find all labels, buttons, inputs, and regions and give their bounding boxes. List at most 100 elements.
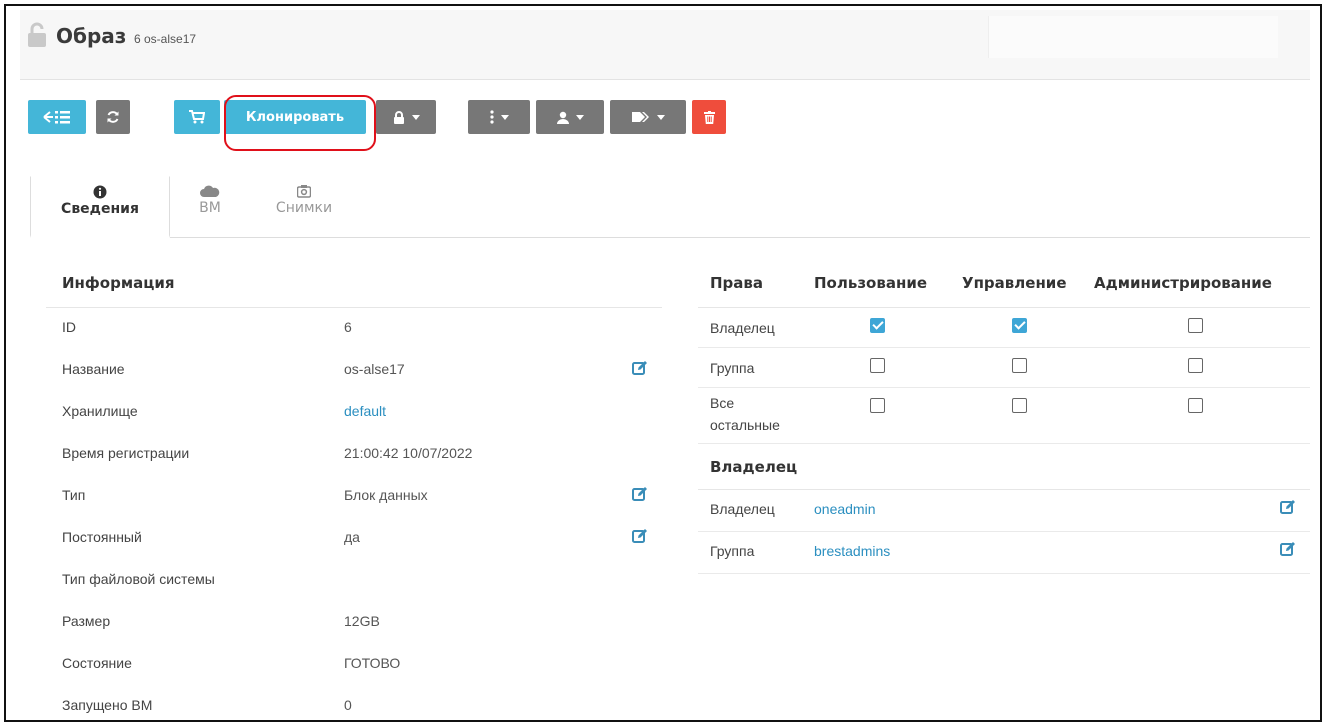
page-title: Образ: [56, 24, 127, 48]
labels-dropdown-button[interactable]: [610, 100, 686, 134]
caret-down-icon: [411, 114, 420, 120]
owner-admin-checkbox[interactable]: [1188, 318, 1203, 333]
edit-icon[interactable]: [632, 528, 648, 544]
info-panel: Информация ID 6 Название os-alse17 Храни…: [46, 268, 662, 720]
datastore-link[interactable]: default: [344, 403, 386, 419]
info-row-running-vms: Запущено ВМ 0: [46, 686, 662, 720]
header-search-area: [988, 16, 1278, 58]
caret-down-icon: [500, 114, 509, 120]
group-link[interactable]: brestadmins: [814, 543, 890, 559]
info-label: Хранилище: [62, 403, 138, 419]
tab-snapshots[interactable]: Снимки: [262, 176, 346, 238]
info-label: Название: [62, 361, 125, 377]
edit-icon[interactable]: [1280, 499, 1296, 515]
ownership-title-text: Владелец: [710, 458, 798, 476]
permissions-col-rights: Права: [710, 274, 764, 292]
info-label: Запущено ВМ: [62, 697, 153, 713]
info-row-state: Состояние ГОТОВО: [46, 644, 662, 686]
permissions-header: Права Пользование Управление Администрир…: [698, 268, 1310, 308]
tab-vms[interactable]: ВМ: [180, 176, 240, 238]
tab-label: Снимки: [275, 200, 333, 216]
info-label: Постоянный: [62, 529, 142, 545]
tab-bar: Сведения ВМ Снимки: [30, 176, 1310, 238]
tab-label: Сведения: [61, 201, 139, 217]
permissions-row-others: Все остальные: [698, 388, 1310, 444]
highlight-annotation: [224, 95, 376, 151]
tab-label: ВМ: [199, 200, 221, 216]
cart-icon: [189, 110, 205, 124]
info-row-regtime: Время регистрации 21:00:42 10/07/2022: [46, 434, 662, 476]
info-value: 0: [344, 697, 352, 713]
edit-icon[interactable]: [1280, 541, 1296, 557]
info-value: ГОТОВО: [344, 655, 401, 671]
page-header: Образ 6 os-alse17: [20, 10, 1310, 80]
others-manage-checkbox[interactable]: [1012, 398, 1027, 413]
info-row-persistent: Постоянный да: [46, 518, 662, 560]
others-admin-checkbox[interactable]: [1188, 398, 1203, 413]
permissions-row-group: Группа: [698, 348, 1310, 388]
permissions-panel: Права Пользование Управление Администрир…: [698, 268, 1310, 574]
lock-dropdown-button[interactable]: [376, 100, 436, 134]
info-value: os-alse17: [344, 361, 405, 377]
owner-dropdown-button[interactable]: [536, 100, 604, 134]
info-label: Время регистрации: [62, 445, 190, 461]
ownership-row-group: Группа brestadmins: [698, 532, 1310, 574]
others-use-checkbox[interactable]: [870, 398, 885, 413]
more-vertical-icon: [489, 110, 494, 124]
group-manage-checkbox[interactable]: [1012, 358, 1027, 373]
refresh-button[interactable]: [96, 100, 130, 134]
info-value: 21:00:42 10/07/2022: [344, 445, 473, 461]
info-label: Состояние: [62, 655, 132, 671]
unlock-icon: [28, 22, 46, 47]
marketplace-button[interactable]: [174, 100, 220, 134]
ownership-section-title: Владелец: [698, 444, 1310, 490]
info-value: Блок данных: [344, 487, 428, 503]
info-label: Тип файловой системы: [62, 571, 215, 587]
back-to-list-button[interactable]: [28, 100, 86, 134]
permissions-row-label: Владелец: [710, 320, 775, 336]
edit-icon[interactable]: [632, 360, 648, 376]
ownership-label: Владелец: [710, 501, 775, 517]
user-icon: [556, 111, 569, 124]
edit-icon[interactable]: [632, 486, 648, 502]
info-label: Тип: [62, 487, 86, 503]
info-label: ID: [62, 319, 76, 335]
info-row-fstype: Тип файловой системы: [46, 560, 662, 602]
ownership-label: Группа: [710, 543, 755, 559]
owner-link[interactable]: oneadmin: [814, 501, 876, 517]
cloud-icon: [200, 185, 220, 197]
window-frame: Образ 6 os-alse17 Клонировать Сведения В…: [4, 4, 1322, 722]
info-value: 6: [344, 319, 352, 335]
actions-dropdown-button[interactable]: [468, 100, 530, 134]
camera-icon: [297, 185, 311, 198]
info-value: да: [344, 529, 360, 545]
caret-down-icon: [656, 114, 665, 120]
permissions-row-label: Все остальные: [710, 395, 780, 433]
permissions-row-label: Группа: [710, 360, 755, 376]
delete-button[interactable]: [692, 100, 726, 134]
info-row-name: Название os-alse17: [46, 350, 662, 392]
info-row-id: ID 6: [46, 308, 662, 350]
info-row-type: Тип Блок данных: [46, 476, 662, 518]
tab-info[interactable]: Сведения: [30, 176, 170, 238]
info-section-title: Информация: [46, 268, 662, 308]
permissions-col-admin: Администрирование: [1094, 274, 1272, 292]
permissions-row-owner: Владелец: [698, 308, 1310, 348]
permissions-col-manage: Управление: [962, 274, 1067, 292]
info-label: Размер: [62, 613, 111, 629]
info-row-size: Размер 12GB: [46, 602, 662, 644]
caret-down-icon: [575, 114, 584, 120]
trash-icon: [703, 110, 715, 124]
owner-manage-checkbox[interactable]: [1012, 318, 1027, 333]
lock-icon: [393, 110, 404, 124]
image-id-name: 6 os-alse17: [134, 32, 197, 46]
permissions-col-use: Пользование: [814, 274, 928, 292]
info-icon: [93, 185, 107, 199]
group-admin-checkbox[interactable]: [1188, 358, 1203, 373]
back-list-icon: [43, 111, 70, 124]
owner-use-checkbox[interactable]: [870, 318, 885, 333]
refresh-icon: [107, 111, 119, 123]
group-use-checkbox[interactable]: [870, 358, 885, 373]
ownership-row-owner: Владелец oneadmin: [698, 490, 1310, 532]
info-row-datastore: Хранилище default: [46, 392, 662, 434]
